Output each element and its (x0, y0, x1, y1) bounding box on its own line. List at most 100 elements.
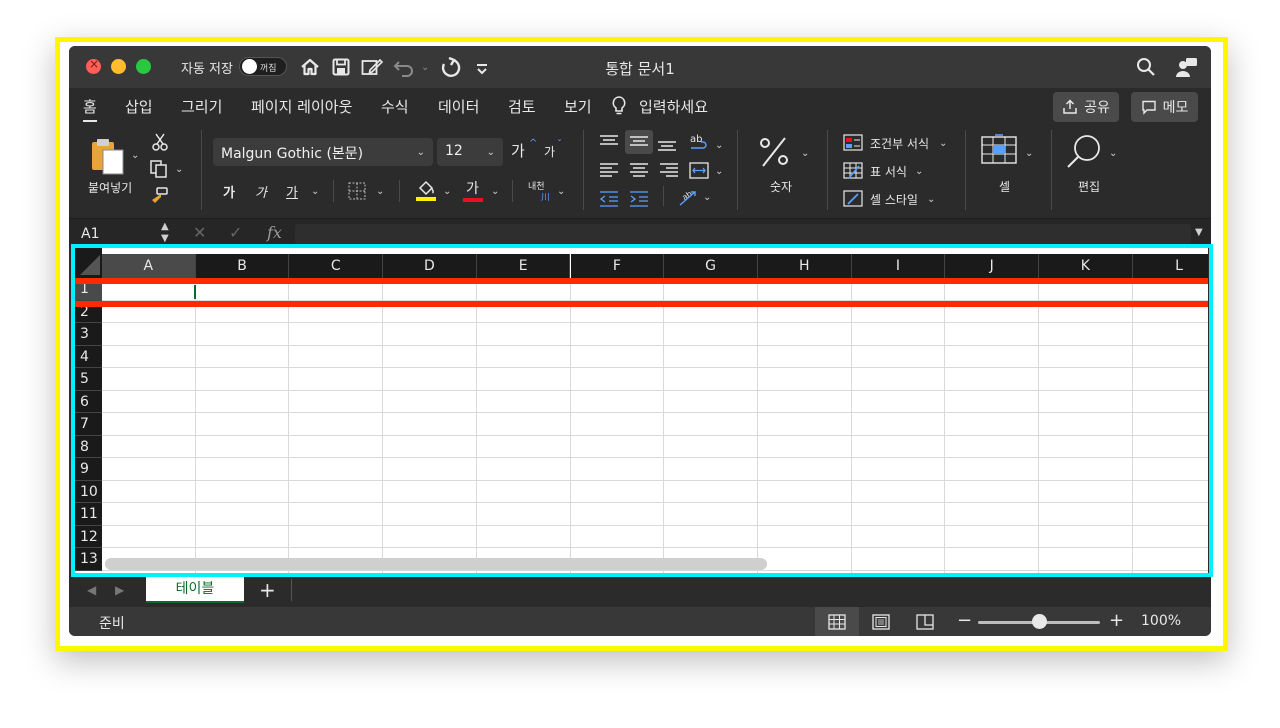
edit-document-icon[interactable] (360, 56, 384, 78)
fill-color-chevron-icon[interactable]: ⌄ (443, 186, 451, 197)
confirm-entry-icon[interactable]: ✓ (229, 223, 242, 242)
fill-color-icon[interactable] (415, 178, 437, 206)
column-header-a[interactable]: A (102, 254, 196, 278)
merge-center-icon[interactable] (689, 162, 709, 184)
search-icon[interactable] (1135, 56, 1157, 78)
row-header-4[interactable]: 4 (75, 345, 102, 368)
find-magnifier-icon[interactable] (1065, 132, 1105, 176)
share-person-icon[interactable] (1173, 56, 1197, 78)
bold-button[interactable]: 가 (223, 182, 235, 201)
format-as-table-label[interactable]: 표 서식 (870, 163, 907, 180)
autosave-toggle[interactable]: 꺼짐 (239, 57, 287, 76)
insert-function-button[interactable]: fx (267, 223, 282, 242)
align-bottom-icon[interactable] (657, 134, 677, 158)
formula-input[interactable] (295, 224, 1191, 244)
cell-styles-chevron-icon[interactable]: ⌄ (927, 194, 935, 205)
cut-icon[interactable] (151, 132, 169, 156)
conditional-format-label[interactable]: 조건부 서식 (870, 135, 929, 152)
paste-chevron-icon[interactable]: ⌄ (131, 150, 139, 161)
font-color-chevron-icon[interactable]: ⌄ (491, 186, 499, 197)
row-header-9[interactable]: 9 (75, 458, 102, 481)
zoom-slider-knob[interactable] (1032, 614, 1047, 629)
font-color-button[interactable]: 가 (466, 178, 479, 198)
home-icon[interactable] (299, 56, 321, 78)
row-header-12[interactable]: 12 (75, 525, 102, 548)
zoom-out-button[interactable]: − (957, 610, 972, 631)
maximize-window-button[interactable] (136, 59, 151, 74)
column-header-k[interactable]: K (1039, 254, 1133, 278)
formula-expand-icon[interactable]: ▼ (1195, 227, 1203, 238)
font-name-select[interactable]: Malgun Gothic (본문) ⌄ (213, 138, 433, 166)
editing-chevron-icon[interactable]: ⌄ (1109, 148, 1117, 159)
borders-icon[interactable] (347, 181, 367, 205)
column-header-e[interactable]: E (476, 254, 571, 278)
tell-me-search[interactable]: 입력하세요 (639, 96, 708, 117)
font-size-select[interactable]: 12 ⌄ (437, 138, 503, 166)
align-middle-icon[interactable] (625, 130, 653, 154)
cells-chevron-icon[interactable]: ⌄ (1025, 148, 1033, 159)
next-sheet-icon[interactable]: ▶ (115, 583, 124, 597)
align-center-icon[interactable] (629, 162, 649, 184)
row-header-8[interactable]: 8 (75, 435, 102, 458)
underline-chevron-icon[interactable]: ⌄ (311, 186, 319, 197)
column-header-c[interactable]: C (289, 254, 384, 278)
undo-icon[interactable] (392, 56, 414, 78)
normal-view-button[interactable] (815, 607, 859, 636)
name-box-up-icon[interactable]: ▲ (161, 221, 169, 232)
tab-review[interactable]: 검토 (508, 96, 536, 117)
increase-font-button[interactable]: 가 (511, 140, 525, 161)
phonetic-chevron-icon[interactable]: ⌄ (557, 186, 565, 197)
page-break-view-button[interactable] (903, 607, 947, 636)
prev-sheet-icon[interactable]: ◀ (87, 583, 96, 597)
worksheet-grid[interactable]: ABCDEFGHIJKL 1 2 3 4 5 6 7 8 9 10 11 12 13 (75, 248, 1208, 573)
tab-view[interactable]: 보기 (564, 96, 592, 117)
orientation-icon[interactable]: ab (677, 186, 699, 212)
undo-menu-chevron-icon[interactable]: ⌄ (421, 62, 429, 73)
close-window-button[interactable] (86, 57, 101, 74)
tab-page-layout[interactable]: 페이지 레이아웃 (251, 96, 352, 117)
column-header-d[interactable]: D (383, 254, 477, 278)
horizontal-scrollbar[interactable] (105, 558, 767, 570)
row-header-5[interactable]: 5 (75, 368, 102, 391)
name-box[interactable]: A1 (81, 226, 99, 242)
tab-formulas[interactable]: 수식 (381, 96, 409, 117)
paste-icon[interactable] (89, 136, 129, 180)
share-button[interactable]: 공유 (1053, 92, 1119, 122)
row-header-11[interactable]: 11 (75, 503, 102, 526)
select-all-button[interactable] (75, 248, 102, 278)
zoom-in-button[interactable]: + (1109, 610, 1124, 631)
copy-icon[interactable] (149, 159, 169, 183)
minimize-window-button[interactable] (111, 59, 126, 74)
column-header-l[interactable]: L (1132, 254, 1208, 278)
column-header-f[interactable]: F (570, 254, 665, 278)
increase-indent-icon[interactable] (629, 190, 649, 212)
tab-data[interactable]: 데이터 (438, 96, 479, 117)
underline-button[interactable]: 가 (286, 182, 298, 201)
wrap-text-chevron-icon[interactable]: ⌄ (715, 140, 723, 151)
format-as-table-chevron-icon[interactable]: ⌄ (915, 166, 923, 177)
format-painter-icon[interactable] (149, 186, 169, 210)
cells-icon[interactable] (981, 134, 1017, 170)
conditional-format-icon[interactable] (843, 134, 863, 156)
row-header-13[interactable]: 13 (75, 548, 102, 571)
orientation-chevron-icon[interactable]: ⌄ (703, 192, 711, 203)
decrease-font-button[interactable]: 가 (544, 143, 555, 160)
tab-home[interactable]: 홈 (83, 96, 97, 122)
page-layout-view-button[interactable] (859, 607, 903, 636)
cell-styles-icon[interactable] (843, 190, 863, 212)
add-sheet-button[interactable]: + (259, 578, 276, 602)
tab-draw[interactable]: 그리기 (181, 96, 222, 117)
tab-insert[interactable]: 삽입 (125, 96, 153, 117)
italic-button[interactable]: 가 (255, 182, 267, 201)
borders-chevron-icon[interactable]: ⌄ (376, 186, 384, 197)
format-as-table-icon[interactable] (843, 162, 863, 184)
number-format-chevron-icon[interactable]: ⌄ (801, 148, 809, 159)
decrease-indent-icon[interactable] (599, 190, 619, 212)
number-format-icon[interactable] (757, 134, 793, 174)
row-header-3[interactable]: 3 (75, 323, 102, 346)
column-header-g[interactable]: G (664, 254, 758, 278)
conditional-format-chevron-icon[interactable]: ⌄ (939, 138, 947, 149)
align-top-icon[interactable] (599, 134, 619, 156)
align-left-icon[interactable] (599, 162, 619, 184)
copy-chevron-icon[interactable]: ⌄ (175, 164, 183, 175)
